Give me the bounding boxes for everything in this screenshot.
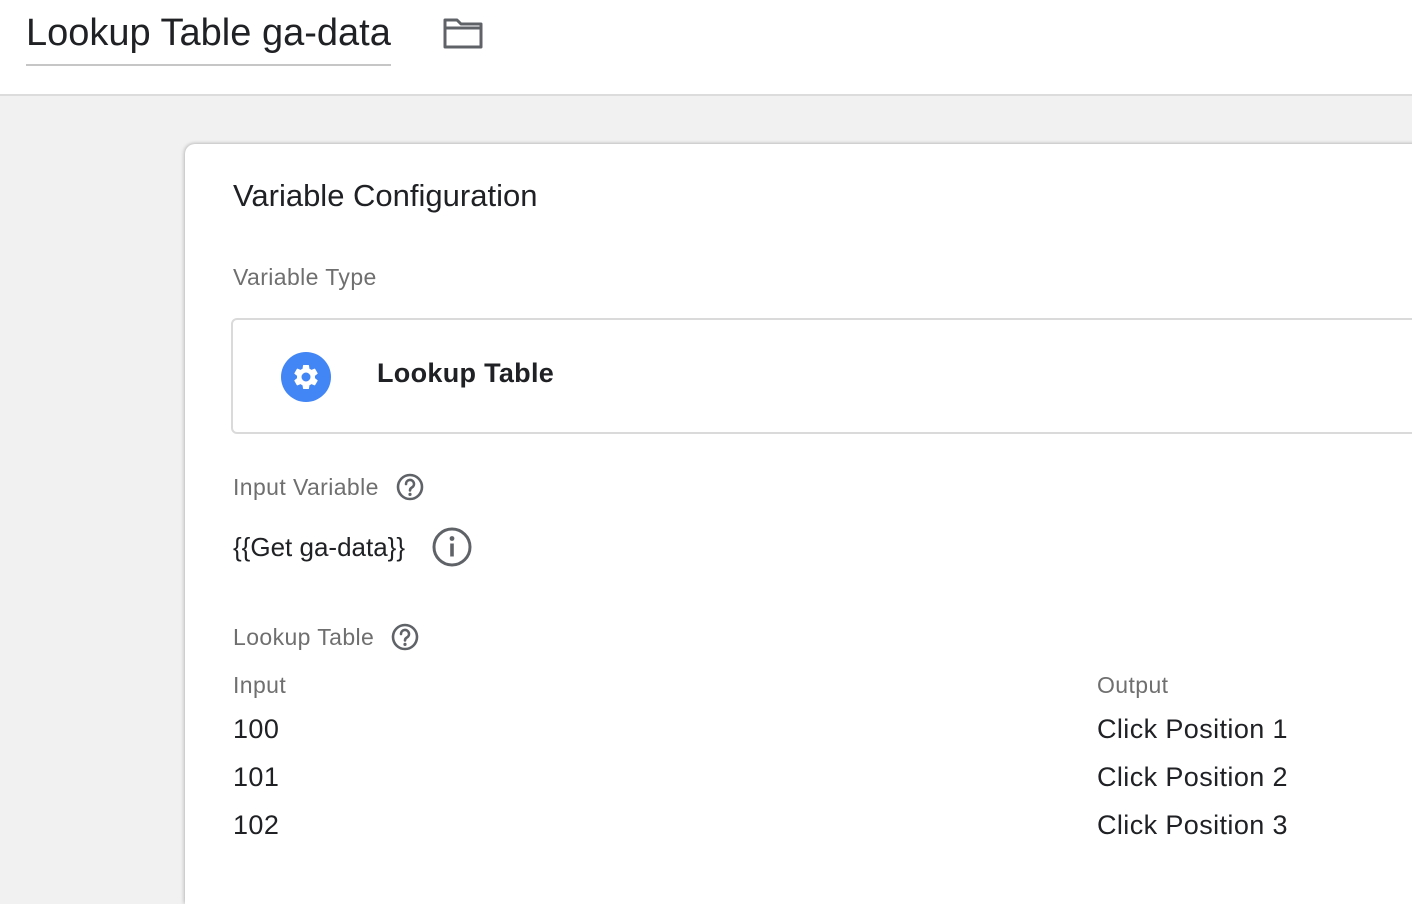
variable-type-label-text: Variable Type — [233, 264, 377, 290]
column-header-output: Output — [1097, 672, 1169, 698]
row-output: Click Position 2 — [1097, 762, 1288, 792]
input-variable-label-text: Input Variable — [233, 473, 379, 500]
variable-type-name: Lookup Table — [377, 358, 555, 388]
help-icon[interactable] — [390, 622, 420, 652]
column-header-input: Input — [233, 672, 287, 698]
row-input: 101 — [233, 762, 280, 792]
folder-icon[interactable] — [442, 16, 484, 50]
input-variable-row: {{Get ga-data}} — [233, 526, 473, 568]
variable-configuration-card: Variable Configuration Variable Type Loo… — [185, 144, 1412, 904]
gear-icon — [281, 352, 331, 402]
info-icon[interactable] — [431, 526, 473, 568]
title-wrap: Lookup Table ga-data — [26, 10, 391, 66]
variable-type-label: Variable Type — [233, 264, 377, 291]
table-row: 101 Click Position 2 — [185, 762, 1412, 802]
help-icon[interactable] — [395, 472, 425, 502]
lookup-table-label: Lookup Table — [233, 622, 420, 652]
variable-name-field[interactable]: Lookup Table ga-data — [26, 10, 391, 66]
row-input: 100 — [233, 714, 280, 744]
row-output: Click Position 1 — [1097, 714, 1288, 744]
input-variable-value[interactable]: {{Get ga-data}} — [233, 532, 405, 563]
card-title: Variable Configuration — [233, 178, 538, 213]
row-input: 102 — [233, 810, 280, 840]
row-output: Click Position 3 — [1097, 810, 1288, 840]
lookup-table-label-text: Lookup Table — [233, 623, 375, 650]
variable-type-selector[interactable]: Lookup Table — [231, 318, 1412, 434]
input-variable-label: Input Variable — [233, 472, 425, 502]
table-row: 102 Click Position 3 — [185, 810, 1412, 850]
top-bar: Lookup Table ga-data — [0, 0, 1412, 96]
table-row: 100 Click Position 1 — [185, 714, 1412, 754]
